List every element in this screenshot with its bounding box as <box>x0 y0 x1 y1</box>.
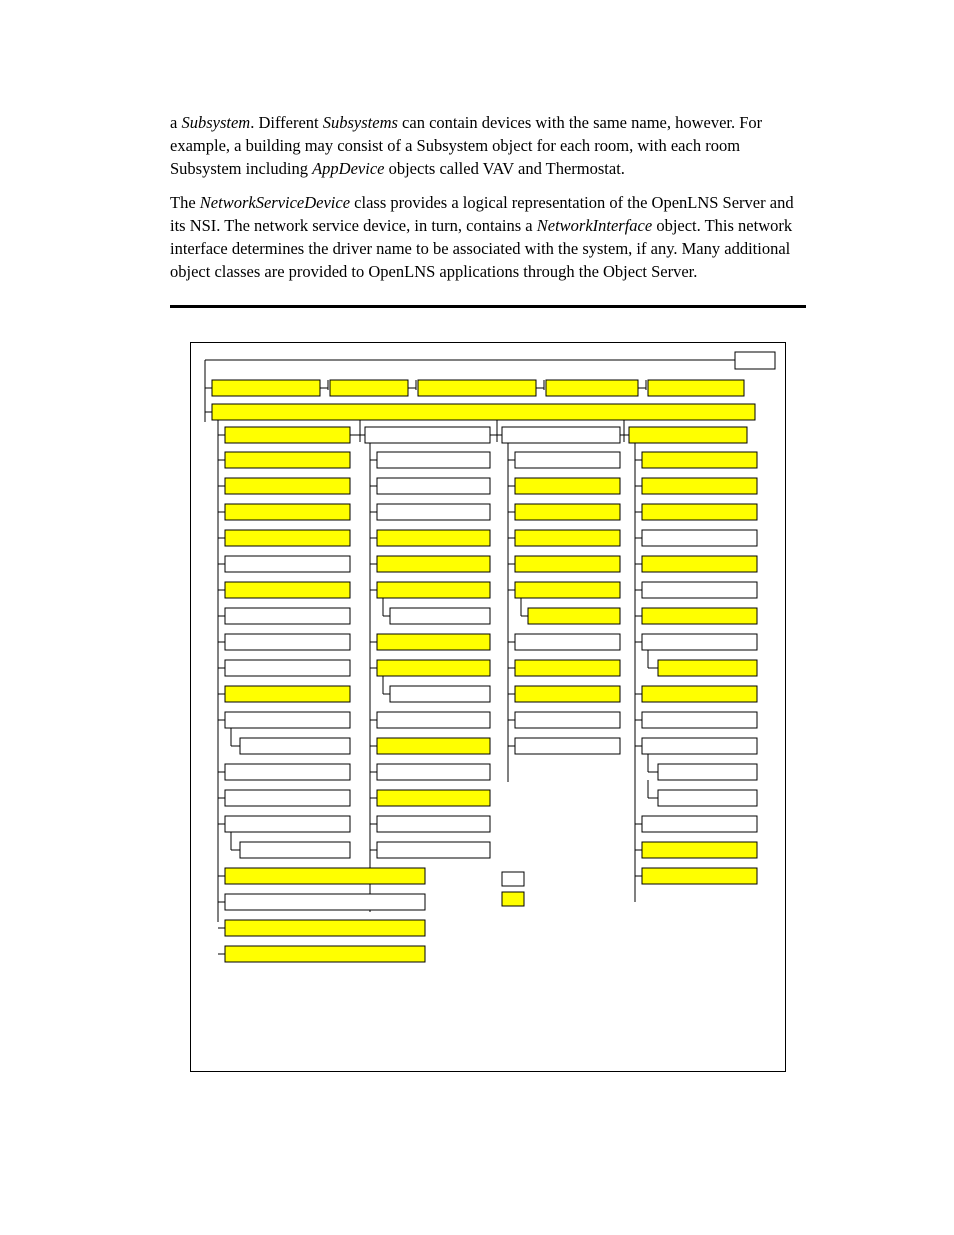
term-networkinterface: NetworkInterface <box>537 216 652 235</box>
object-hierarchy-diagram <box>190 342 786 1072</box>
term-appdevice: AppDevice <box>312 159 384 178</box>
term-subsystems: Subsystems <box>323 113 398 132</box>
text: . Different <box>250 113 323 132</box>
term-subsystem: Subsystem <box>181 113 250 132</box>
paragraph-2: The NetworkServiceDevice class provides … <box>170 192 806 283</box>
text: objects called VAV and Thermostat. <box>384 159 624 178</box>
text: The <box>170 193 200 212</box>
paragraph-1: a Subsystem. Different Subsystems can co… <box>170 112 806 180</box>
divider <box>170 305 806 308</box>
term-networkservicedevice: NetworkServiceDevice <box>200 193 350 212</box>
text: a <box>170 113 181 132</box>
